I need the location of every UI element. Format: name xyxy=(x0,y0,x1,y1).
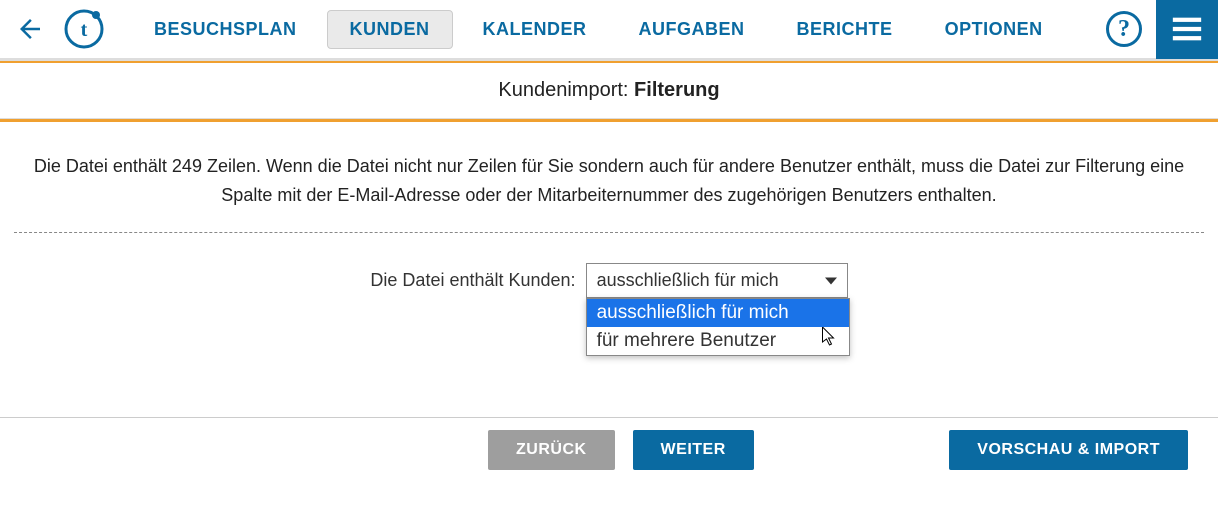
filter-dropdown: ausschließlich für mich für mehrere Benu… xyxy=(586,298,850,356)
info-text: Die Datei enthält 249 Zeilen. Wenn die D… xyxy=(14,152,1204,210)
preview-import-button[interactable]: VORSCHAU & IMPORT xyxy=(949,430,1188,470)
help-button[interactable]: ? xyxy=(1106,11,1142,47)
filter-select-value: ausschließlich für mich xyxy=(597,270,779,290)
next-step-button[interactable]: WEITER xyxy=(633,430,754,470)
footer-bar: ZURÜCK WEITER VORSCHAU & IMPORT xyxy=(0,417,1218,481)
logo-icon: t xyxy=(62,7,106,51)
nav-aufgaben[interactable]: AUFGABEN xyxy=(617,11,767,48)
arrow-left-icon xyxy=(15,14,45,44)
content-area: Die Datei enthält 249 Zeilen. Wenn die D… xyxy=(0,122,1218,417)
nav-kunden[interactable]: KUNDEN xyxy=(327,10,453,49)
help-icon: ? xyxy=(1118,16,1130,43)
filter-option-self[interactable]: ausschließlich für mich xyxy=(587,299,849,327)
hamburger-icon xyxy=(1170,12,1204,46)
filter-label: Die Datei enthält Kunden: xyxy=(370,270,575,291)
filter-form-row: Die Datei enthält Kunden: ausschließlich… xyxy=(14,263,1204,298)
menu-button[interactable] xyxy=(1156,0,1218,59)
page-title-prefix: Kundenimport: xyxy=(498,79,634,101)
page-title: Kundenimport: Filterung xyxy=(0,63,1218,119)
nav-kalender[interactable]: KALENDER xyxy=(461,11,609,48)
filter-option-multiple[interactable]: für mehrere Benutzer xyxy=(587,327,849,355)
top-nav-bar: t BESUCHSPLAN KUNDEN KALENDER AUFGABEN B… xyxy=(0,0,1218,60)
app-logo: t xyxy=(62,7,106,51)
nav-berichte[interactable]: BERICHTE xyxy=(775,11,915,48)
back-step-button[interactable]: ZURÜCK xyxy=(488,430,615,470)
back-button[interactable] xyxy=(12,11,48,47)
filter-select[interactable]: ausschließlich für mich xyxy=(586,263,848,298)
nav-besuchsplan[interactable]: BESUCHSPLAN xyxy=(132,11,319,48)
filter-select-wrap: ausschließlich für mich ausschließlich f… xyxy=(586,263,848,298)
topbar-right: ? xyxy=(1106,0,1218,59)
nav-items: BESUCHSPLAN KUNDEN KALENDER AUFGABEN BER… xyxy=(132,10,1065,49)
page-title-main: Filterung xyxy=(634,79,720,101)
svg-text:t: t xyxy=(81,19,88,41)
nav-optionen[interactable]: OPTIONEN xyxy=(923,11,1065,48)
separator xyxy=(14,232,1204,233)
